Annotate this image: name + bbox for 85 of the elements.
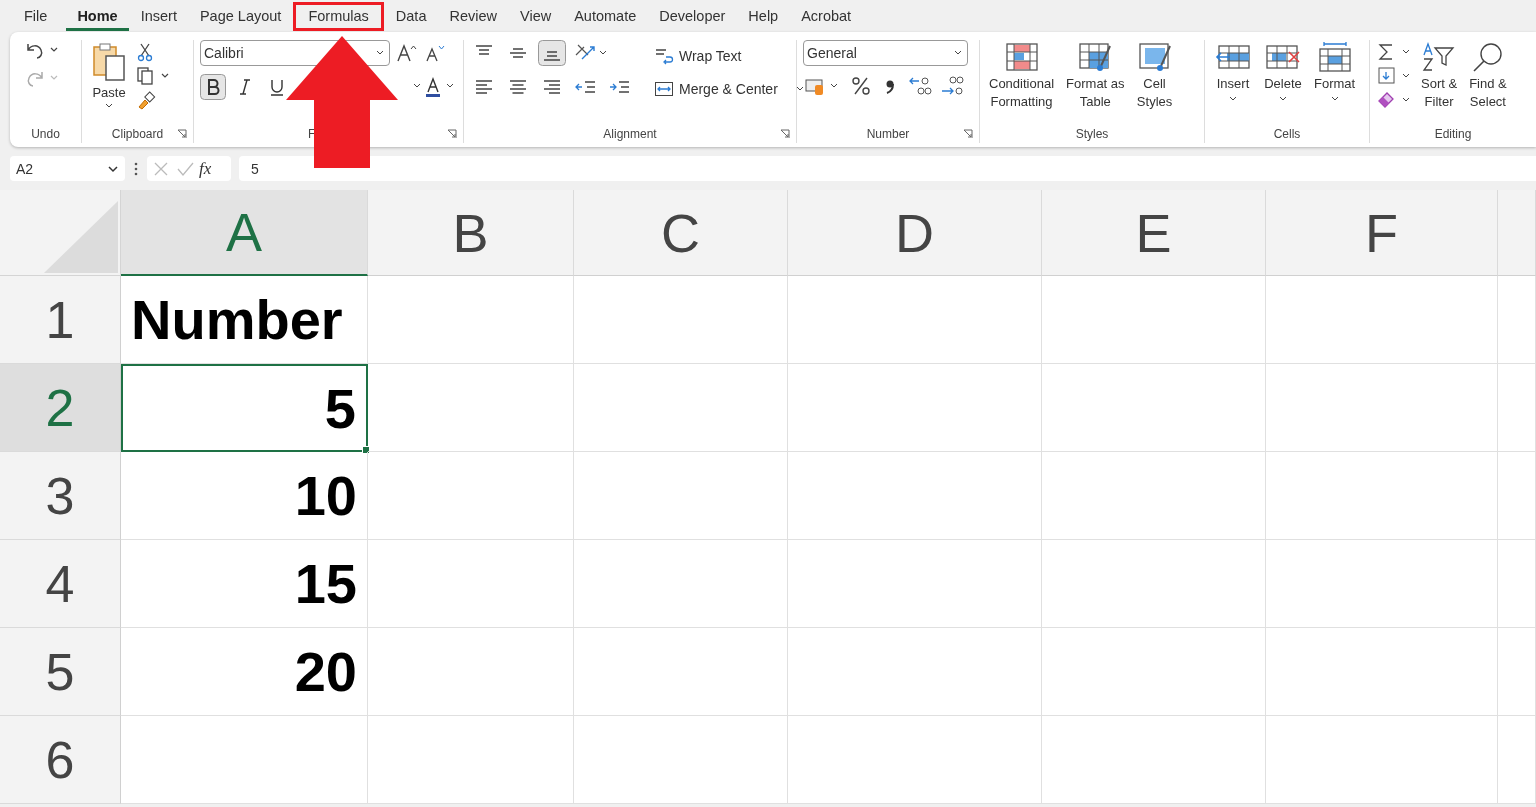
shrink-font-icon[interactable]: [424, 43, 446, 63]
font-color-icon[interactable]: [414, 75, 456, 99]
format-as-table-button[interactable]: Format as Table: [1063, 40, 1128, 113]
dialog-launcher-icon[interactable]: [447, 129, 457, 139]
sort-filter-button[interactable]: Sort & Filter: [1418, 40, 1461, 113]
caret-icon: [107, 164, 119, 173]
group-label: Styles: [1075, 127, 1109, 141]
caret-icon: [794, 86, 805, 92]
table-cell: 5: [121, 364, 368, 452]
column-header[interactable]: D: [788, 190, 1042, 276]
ribbon-tab[interactable]: File: [24, 1, 59, 31]
autosum-icon[interactable]: [1376, 42, 1412, 62]
row-header[interactable]: 5: [0, 628, 121, 716]
fill-icon[interactable]: [1376, 66, 1412, 86]
format-painter-icon[interactable]: [136, 90, 156, 110]
formula-input[interactable]: 5: [239, 156, 1536, 181]
conditional-formatting-button[interactable]: Conditional Formatting: [986, 40, 1058, 113]
number-format-field[interactable]: General: [803, 40, 968, 66]
caret-icon: [1329, 96, 1340, 102]
ribbon-tab[interactable]: Data: [384, 1, 438, 31]
ribbon-tab[interactable]: Help: [737, 1, 790, 31]
merge-center-button[interactable]: Merge & Center: [654, 80, 805, 98]
column-header[interactable]: F: [1266, 190, 1498, 276]
delete-cells-icon: [1264, 42, 1302, 72]
table-brush-icon: [1136, 42, 1173, 72]
delete-cells-button[interactable]: Delete: [1261, 40, 1305, 104]
group-label: Number: [866, 127, 910, 141]
table-cell: 10: [121, 452, 368, 540]
dialog-launcher-icon[interactable]: [780, 129, 790, 139]
ribbon-tab[interactable]: Acrobat: [790, 1, 863, 31]
caret-icon: [104, 103, 114, 109]
column-header[interactable]: B: [368, 190, 574, 276]
scissors-icon[interactable]: [136, 42, 154, 62]
paste-button[interactable]: Paste: [88, 40, 130, 125]
find-select-button[interactable]: Find & Select: [1466, 40, 1510, 113]
format-cells-button[interactable]: Format: [1311, 40, 1359, 104]
ribbon-tab[interactable]: Automate: [563, 1, 648, 31]
eraser-icon[interactable]: [1376, 90, 1412, 110]
column-header[interactable]: C: [574, 190, 788, 276]
table-brush-icon: [1077, 42, 1114, 72]
percent-icon[interactable]: [849, 74, 873, 98]
ribbon-tab[interactable]: Developer: [648, 1, 737, 31]
grow-font-icon[interactable]: [396, 43, 418, 63]
decrease-decimal-icon[interactable]: [939, 74, 965, 98]
row-header[interactable]: 6: [0, 716, 121, 804]
group-label: Alignment: [603, 127, 657, 141]
insert-cells-button[interactable]: Insert: [1211, 40, 1255, 104]
ribbon-tab[interactable]: Formulas: [293, 1, 384, 31]
table-cell: Number: [121, 276, 368, 364]
name-box[interactable]: A2: [10, 156, 125, 181]
dialog-launcher-icon[interactable]: [177, 129, 187, 139]
caret-icon: [1278, 96, 1288, 102]
insert-function-button[interactable]: fx: [199, 158, 212, 179]
wrap-text-icon: [654, 46, 674, 66]
merge-cells-icon: [654, 80, 674, 98]
cell-styles-button[interactable]: Cell Styles: [1133, 40, 1176, 113]
group-label: Editing: [1434, 127, 1472, 141]
wrap-text-button[interactable]: Wrap Text: [654, 46, 805, 66]
group-label: Cells: [1273, 127, 1301, 141]
column-header[interactable]: E: [1042, 190, 1266, 276]
row-header[interactable]: 2: [0, 364, 121, 452]
caret-icon: [1228, 96, 1238, 102]
row-header[interactable]: 1: [0, 276, 121, 364]
row-header[interactable]: 3: [0, 452, 121, 540]
table-cell: 20: [121, 628, 368, 716]
copy-icon[interactable]: [136, 66, 170, 86]
group-label: Clipboard: [111, 127, 164, 141]
ribbon-tab[interactable]: Page Layout: [188, 1, 293, 31]
table-cell: 15: [121, 540, 368, 628]
more-options-icon[interactable]: [133, 160, 139, 177]
insert-cells-icon: [1214, 42, 1252, 72]
highlighted-grid-icon: [1003, 42, 1040, 72]
row-header[interactable]: 4: [0, 540, 121, 628]
column-header[interactable]: A: [121, 190, 368, 276]
dialog-launcher-icon[interactable]: [963, 129, 973, 139]
caret-icon: [375, 50, 385, 56]
group-label: Undo: [31, 127, 60, 141]
increase-decimal-icon[interactable]: [907, 74, 933, 98]
ribbon-tab[interactable]: Review: [438, 1, 508, 31]
ribbon-tab[interactable]: View: [509, 1, 563, 31]
clipboard-icon: [92, 42, 126, 82]
caret-icon: [953, 50, 963, 56]
bold-icon[interactable]: [200, 74, 226, 100]
ribbon-tab[interactable]: Insert: [129, 1, 188, 31]
bottom-align-icon[interactable]: [538, 40, 566, 66]
